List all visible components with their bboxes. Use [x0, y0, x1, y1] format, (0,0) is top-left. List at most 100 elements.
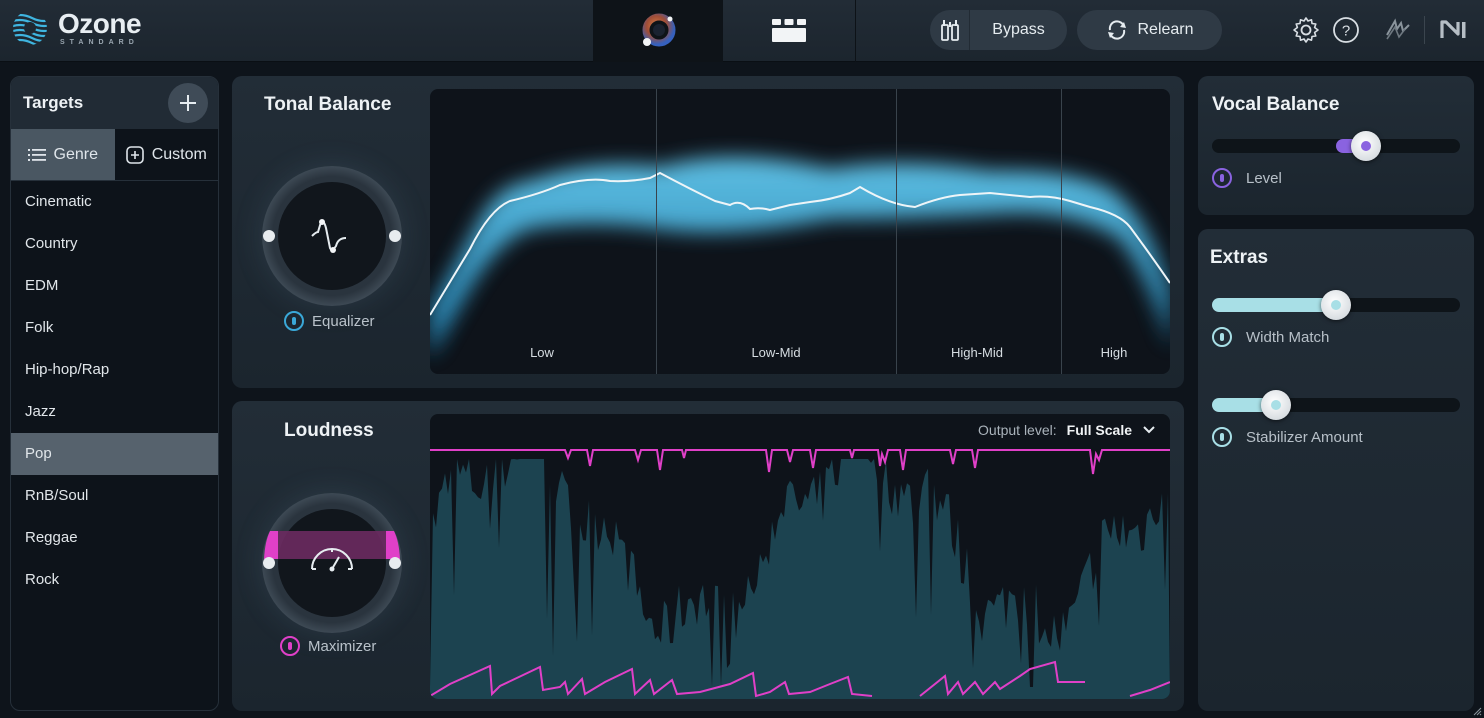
- genre-item-rock[interactable]: Rock: [11, 559, 218, 601]
- band-label-high-mid: High-Mid: [950, 345, 1004, 360]
- relearn-button[interactable]: Relearn: [1077, 10, 1222, 50]
- vocal-level-slider[interactable]: [1212, 131, 1460, 161]
- equalizer-toggle[interactable]: Equalizer: [284, 311, 375, 331]
- maximizer-knob[interactable]: [262, 493, 402, 633]
- targets-panel: Targets Genre Custom Cinematic Country E…: [10, 76, 219, 711]
- resize-grip-icon[interactable]: [1472, 706, 1482, 716]
- output-level-label: Output level:: [978, 422, 1057, 438]
- plus-square-icon: [125, 145, 144, 164]
- modules-grid-icon: [772, 19, 806, 42]
- stabilizer-amount-slider[interactable]: [1212, 390, 1460, 420]
- knob-handle-left[interactable]: [263, 557, 275, 569]
- settings-gear-icon[interactable]: [1290, 14, 1322, 46]
- bypass-label: Bypass: [992, 21, 1045, 38]
- izotope-logo-icon[interactable]: [1382, 14, 1414, 46]
- slider-thumb[interactable]: [1321, 290, 1351, 320]
- genre-item-edm[interactable]: EDM: [11, 265, 218, 307]
- band-divider-2: [896, 89, 897, 374]
- modules-tab[interactable]: [723, 0, 856, 62]
- tonal-balance-curve: [430, 157, 1170, 359]
- ozone-logo: Ozone STANDARD: [10, 8, 142, 48]
- vocal-balance-title: Vocal Balance: [1212, 94, 1340, 115]
- knob-handle-right[interactable]: [389, 557, 401, 569]
- extras-panel: Extras Width Match Stabilizer Amount: [1198, 229, 1474, 711]
- level-label: Level: [1246, 169, 1282, 187]
- band-divider-1: [656, 89, 657, 374]
- slider-fill: [1212, 298, 1336, 312]
- output-level-value: Full Scale: [1066, 422, 1132, 438]
- genre-item-reggae[interactable]: Reggae: [11, 517, 218, 559]
- genre-list: Cinematic Country EDM Folk Hip-hop/Rap J…: [11, 181, 218, 601]
- targets-tabs: Genre Custom: [11, 129, 218, 181]
- tab-genre[interactable]: Genre: [11, 129, 115, 180]
- tab-genre-label: Genre: [53, 145, 98, 163]
- stabilizer-toggle[interactable]: Stabilizer Amount: [1212, 427, 1363, 447]
- loudness-panel: Loudness Maximizer Output level: Full Sc…: [232, 401, 1184, 711]
- genre-item-rnb-soul[interactable]: RnB/Soul: [11, 475, 218, 517]
- band-label-high: High: [1100, 345, 1128, 360]
- slider-thumb[interactable]: [1350, 131, 1381, 161]
- extras-title: Extras: [1210, 247, 1269, 268]
- band-label-low-mid: Low-Mid: [751, 345, 801, 360]
- power-icon[interactable]: [284, 311, 304, 331]
- width-match-label: Width Match: [1246, 328, 1330, 346]
- header-bar: Ozone STANDARD Bypass Relearn ?: [0, 0, 1484, 62]
- assistant-tab[interactable]: [593, 0, 723, 62]
- slider-thumb[interactable]: [1261, 390, 1292, 420]
- assistant-orb-icon: [642, 13, 676, 47]
- add-target-button[interactable]: [168, 83, 208, 123]
- genre-item-cinematic[interactable]: Cinematic: [11, 181, 218, 223]
- maximizer-label: Maximizer: [308, 637, 377, 655]
- tab-custom-label: Custom: [151, 145, 207, 163]
- help-question-icon[interactable]: ?: [1330, 14, 1362, 46]
- tab-custom[interactable]: Custom: [115, 129, 219, 180]
- native-instruments-logo-icon[interactable]: [1438, 14, 1470, 46]
- genre-item-hip-hop-rap[interactable]: Hip-hop/Rap: [11, 349, 218, 391]
- app-name: Ozone: [58, 8, 142, 39]
- tonal-balance-graph: Low Low-Mid High-Mid High: [430, 89, 1170, 374]
- targets-header: Targets: [11, 77, 218, 129]
- bypass-button[interactable]: Bypass: [930, 10, 1067, 50]
- tonal-balance-panel: Tonal Balance Equalizer Low Low-Mid High…: [232, 76, 1184, 388]
- power-icon[interactable]: [1212, 427, 1232, 447]
- width-match-toggle[interactable]: Width Match: [1212, 327, 1329, 347]
- width-match-slider[interactable]: [1212, 290, 1460, 320]
- tonal-balance-title: Tonal Balance: [264, 94, 392, 115]
- genre-item-pop[interactable]: Pop: [11, 433, 218, 475]
- genre-item-country[interactable]: Country: [11, 223, 218, 265]
- power-icon[interactable]: [280, 636, 300, 656]
- loudness-title: Loudness: [284, 420, 374, 441]
- loudness-graph: Output level: Full Scale: [430, 414, 1170, 699]
- ozone-logo-icon: [13, 13, 47, 45]
- knob-handle-right[interactable]: [389, 230, 401, 242]
- relearn-cycle-icon: [1108, 20, 1127, 40]
- vocal-level-toggle[interactable]: Level: [1212, 168, 1282, 188]
- header-divider: [1424, 16, 1425, 44]
- gauge-meter-icon: [311, 548, 353, 572]
- targets-title: Targets: [23, 93, 84, 112]
- plus-icon: [180, 95, 196, 111]
- svg-text:?: ?: [1342, 23, 1350, 40]
- power-icon[interactable]: [1212, 168, 1232, 188]
- loudness-waveform: [430, 449, 1170, 699]
- stabilizer-label: Stabilizer Amount: [1246, 428, 1363, 446]
- output-level-dropdown[interactable]: Output level: Full Scale: [978, 422, 1156, 438]
- band-label-low: Low: [530, 345, 554, 360]
- app-edition: STANDARD: [60, 39, 139, 46]
- ozone-window: Ozone STANDARD Bypass Relearn ? Targets …: [0, 0, 1484, 718]
- vocal-balance-panel: Vocal Balance Level: [1198, 76, 1474, 215]
- relearn-label: Relearn: [1137, 21, 1194, 38]
- band-divider-3: [1061, 89, 1062, 374]
- genre-item-folk[interactable]: Folk: [11, 307, 218, 349]
- list-icon: [27, 148, 46, 161]
- knob-handle-left[interactable]: [263, 230, 275, 242]
- maximizer-toggle[interactable]: Maximizer: [280, 636, 376, 656]
- chevron-down-icon: [1143, 426, 1155, 434]
- waveform-area: [430, 459, 1170, 699]
- eq-curve-icon: [311, 219, 347, 253]
- bypass-compare-icon: [930, 10, 970, 50]
- equalizer-label: Equalizer: [312, 312, 375, 330]
- genre-item-jazz[interactable]: Jazz: [11, 391, 218, 433]
- equalizer-knob[interactable]: [262, 166, 402, 306]
- power-icon[interactable]: [1212, 327, 1232, 347]
